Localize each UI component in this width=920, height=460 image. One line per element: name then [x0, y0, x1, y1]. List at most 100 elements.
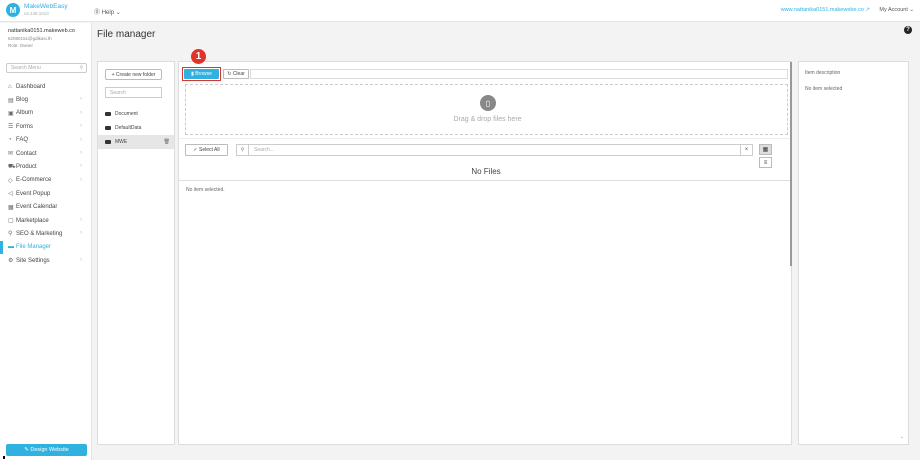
sidebar-item-e-commerce[interactable]: ◇ E-Commerce ›	[0, 174, 92, 187]
browse-label: Browse	[195, 71, 212, 77]
folder-list: Document DefaultData MWE 🗑	[98, 107, 174, 149]
create-folder-label: Create new folder	[115, 71, 156, 78]
dropzone[interactable]: ▯ Drag & drop files here	[185, 84, 788, 135]
folder-name: MWE	[115, 139, 128, 145]
clear-search-icon[interactable]: ×	[740, 145, 752, 155]
description-title: Item description	[805, 70, 841, 76]
select-all-button[interactable]: ✓ Select All	[185, 144, 228, 156]
external-link-icon: ↗	[865, 7, 870, 13]
search-icon: ⚲	[79, 65, 83, 71]
chevron-down-icon: ⌄	[115, 10, 121, 16]
help-label: Help	[101, 10, 115, 16]
divider	[179, 180, 791, 181]
sidebar-item-file-manager[interactable]: ▬ File Manager	[0, 240, 92, 255]
sidebar-item-dashboard[interactable]: ⌂ Dashboard	[0, 80, 92, 93]
sidebar-item-forms[interactable]: ☰ Forms ›	[0, 120, 92, 133]
design-website-button[interactable]: ✎ Design Website	[6, 444, 87, 456]
brand-name: MakeWebEasy	[24, 3, 68, 10]
chevron-right-icon: ›	[80, 123, 82, 130]
sidebar-item-album[interactable]: ▣ Album ›	[0, 107, 92, 120]
bag-icon: ▢	[8, 218, 14, 225]
sidebar-item-product[interactable]: ⛟ Product ›	[0, 160, 92, 173]
faq-icon: ◔	[8, 137, 12, 144]
chevron-right-icon: ›	[80, 109, 82, 116]
chevron-down-icon: ⌄	[909, 7, 914, 13]
account-menu[interactable]: My Account ⌄	[879, 7, 914, 13]
sidebar-item-label: Contact	[16, 150, 37, 157]
folder-name: DefaultData	[115, 125, 142, 131]
home-icon: ⌂	[8, 83, 12, 90]
folder-item[interactable]: DefaultData	[98, 121, 174, 135]
sidebar-item-label: Event Calendar	[16, 204, 58, 211]
search-menu-input[interactable]: Search Menu ⚲	[6, 63, 87, 73]
sidebar-item-label: SEO & Marketing	[16, 230, 63, 237]
sidebar-item-contact[interactable]: ✉ Contact ›	[0, 147, 92, 160]
corner-mark	[3, 456, 5, 459]
chevron-right-icon: ›	[80, 257, 82, 264]
sidebar-item-site-settings[interactable]: ⚙ Site Settings ›	[0, 254, 92, 267]
sidebar: nattanika0151.makeweb.co 62080151@gdikas…	[0, 23, 92, 460]
selection-status: No item selected.	[186, 187, 225, 193]
clear-button[interactable]: ↻ Clear	[223, 69, 249, 79]
grid-view-icon[interactable]: ▦	[759, 144, 772, 155]
scrollbar[interactable]	[790, 62, 792, 266]
user-id: 62080151@gdikasi.th	[8, 36, 52, 41]
account-label: My Account	[879, 7, 908, 13]
sidebar-item-label: Marketplace	[16, 217, 49, 224]
file-upload-icon: ▯	[480, 95, 496, 111]
cart-icon: ⛟	[8, 164, 16, 171]
chevron-down-icon[interactable]: ⌄	[900, 434, 904, 440]
sidebar-item-label: Dashboard	[16, 83, 46, 90]
step-badge: 1	[191, 49, 206, 64]
help-menu[interactable]: ⓪ Help ⌄	[94, 7, 121, 16]
blog-icon: ▤	[8, 97, 14, 104]
trash-icon[interactable]: 🗑	[164, 139, 170, 145]
sidebar-item-event-calendar[interactable]: ▦ Event Calendar	[0, 201, 92, 214]
chevron-right-icon: ›	[80, 149, 82, 156]
sidebar-item-faq[interactable]: ◔ FAQ ›	[0, 134, 92, 147]
album-icon: ▣	[8, 110, 14, 117]
gear-icon: ⚙	[8, 258, 14, 265]
top-bar: M MakeWebEasy v4.149.1013 ⓪ Help ⌄ www.n…	[0, 0, 920, 22]
chevron-right-icon: ›	[80, 230, 82, 237]
divider	[179, 138, 791, 139]
sidebar-item-blog[interactable]: ▤ Blog ›	[0, 93, 92, 106]
sidebar-item-marketplace[interactable]: ▢ Marketplace ›	[0, 214, 92, 227]
sidebar-item-event-popup[interactable]: ◁ Event Popup	[0, 187, 92, 200]
tag-icon: ◇	[8, 177, 13, 184]
site-link[interactable]: www.nattanika0151.makewebe.co ↗	[781, 7, 870, 13]
folder-item[interactable]: Document	[98, 107, 174, 121]
sidebar-menu: ⌂ Dashboard ▤ Blog › ▣ Album › ☰ Forms › ◔ FAQ › ✉ Cont…	[0, 80, 92, 267]
help-icon[interactable]: ?	[904, 26, 912, 34]
browse-button[interactable]: ▮ Browse	[184, 69, 219, 79]
sidebar-item-label: FAQ	[16, 137, 29, 144]
forms-icon: ☰	[8, 124, 14, 131]
sidebar-item-label: E-Commerce	[16, 177, 52, 184]
empty-state-title: No Files	[471, 167, 501, 176]
file-search-input[interactable]: Search...	[254, 147, 274, 153]
folder-icon	[105, 126, 111, 130]
brand-version: v4.149.1013	[24, 11, 49, 16]
sidebar-item-label: Site Settings	[16, 257, 50, 264]
search-menu-placeholder: Search Menu	[11, 65, 41, 71]
description-panel: Item description No item selected ⌄	[798, 61, 909, 445]
chevron-right-icon: ›	[80, 96, 82, 103]
sidebar-item-label: Event Popup	[16, 190, 51, 197]
folder-item[interactable]: MWE 🗑	[98, 135, 174, 149]
file-search: ⚲ Search... ×	[236, 144, 753, 156]
sidebar-item-label: Product	[16, 164, 37, 171]
page-title: File manager	[97, 29, 156, 40]
brand-logo[interactable]: M MakeWebEasy v4.149.1013	[6, 3, 68, 17]
contact-icon: ✉	[8, 151, 14, 158]
user-role: Role: Owner	[8, 43, 34, 48]
chevron-right-icon: ›	[80, 163, 82, 170]
sidebar-item-seo-marketing[interactable]: ⚲ SEO & Marketing ›	[0, 227, 92, 240]
dropzone-text: Drag & drop files here	[453, 116, 522, 123]
calendar-icon: ▦	[8, 204, 14, 211]
folder-icon	[105, 112, 111, 116]
create-folder-button[interactable]: + Create new folder	[105, 69, 162, 80]
description-empty: No item selected	[805, 86, 843, 92]
folder-search-input[interactable]: Search	[105, 87, 162, 98]
search-icon: ⚲	[237, 145, 249, 155]
sidebar-item-label: Forms	[16, 123, 33, 130]
